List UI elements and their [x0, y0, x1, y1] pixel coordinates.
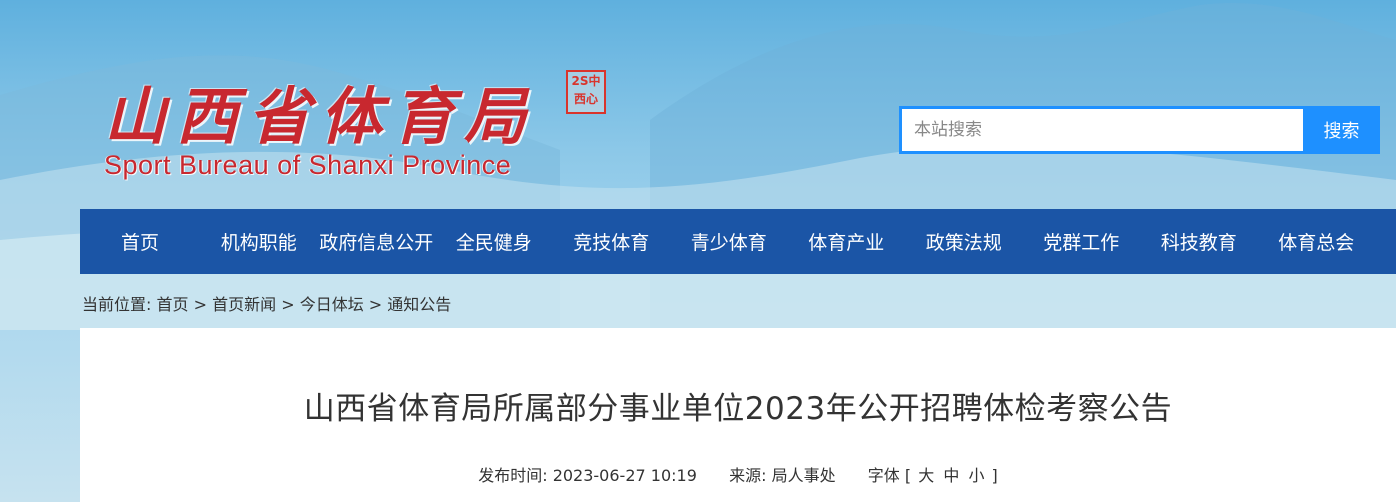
- breadcrumb-prefix: 当前位置:: [82, 295, 152, 314]
- nav-item-fitness[interactable]: 全民健身: [435, 228, 553, 255]
- article-title: 山西省体育局所属部分事业单位2023年公开招聘体检考察公告: [303, 391, 1173, 427]
- breadcrumb-link-home-news[interactable]: 首页新闻: [212, 295, 276, 314]
- nav-item-youth[interactable]: 青少体育: [670, 228, 788, 255]
- font-bracket-open: [: [904, 466, 912, 485]
- font-bracket-close: ]: [991, 466, 998, 485]
- source-label: 来源:: [729, 466, 767, 485]
- logo-english-title: Sport Bureau of Shanxi Province: [104, 150, 512, 180]
- nav-item-functions[interactable]: 机构职能: [200, 228, 318, 255]
- font-size-label: 字体: [867, 466, 900, 485]
- nav-item-industry[interactable]: 体育产业: [788, 228, 906, 255]
- nav-item-competitive[interactable]: 竞技体育: [553, 228, 671, 255]
- breadcrumb-link-today-sports[interactable]: 今日体坛: [300, 295, 364, 314]
- breadcrumb-link-home[interactable]: 首页: [157, 295, 189, 314]
- breadcrumb-separator: >: [363, 295, 388, 314]
- article-panel: 山西省体育局所属部分事业单位2023年公开招聘体检考察公告 发布时间: 2023…: [80, 328, 1396, 502]
- source-value: 局人事处: [771, 466, 836, 485]
- font-size-medium-button[interactable]: 中: [941, 466, 961, 485]
- publish-time-label: 发布时间:: [478, 466, 548, 485]
- site-logo[interactable]: 山西省体育局 Sport Bureau of Shanxi Province 2…: [100, 66, 620, 196]
- search-button[interactable]: 搜索: [1303, 106, 1380, 154]
- font-size-small-button[interactable]: 小: [966, 466, 986, 485]
- publish-time-value: 2023-06-27 10:19: [552, 466, 697, 485]
- breadcrumb-link-notices[interactable]: 通知公告: [387, 295, 451, 314]
- breadcrumb-separator: >: [188, 295, 213, 314]
- main-nav: 首页 机构职能 政府信息公开 全民健身 竞技体育 青少体育 体育产业 政策法规 …: [80, 209, 1396, 274]
- seal-emblem-icon: 2S中 西心: [566, 70, 606, 114]
- article-meta: 发布时间: 2023-06-27 10:19 来源: 局人事处 字体 [ 大 中…: [80, 462, 1396, 486]
- breadcrumb-separator: >: [276, 295, 300, 314]
- font-size-large-button[interactable]: 大: [916, 466, 936, 485]
- nav-item-policy[interactable]: 政策法规: [905, 228, 1023, 255]
- search-input[interactable]: [899, 106, 1315, 154]
- nav-item-home[interactable]: 首页: [80, 228, 200, 255]
- search-bar: 搜索: [899, 106, 1380, 154]
- nav-item-gov-info[interactable]: 政府信息公开: [318, 228, 436, 255]
- breadcrumb: 当前位置: 首页 > 首页新闻 > 今日体坛 > 通知公告: [82, 291, 451, 315]
- nav-item-party[interactable]: 党群工作: [1023, 228, 1141, 255]
- logo-chinese-title: 山西省体育局: [104, 80, 537, 153]
- nav-item-federation[interactable]: 体育总会: [1258, 228, 1376, 255]
- nav-item-science[interactable]: 科技教育: [1140, 228, 1258, 255]
